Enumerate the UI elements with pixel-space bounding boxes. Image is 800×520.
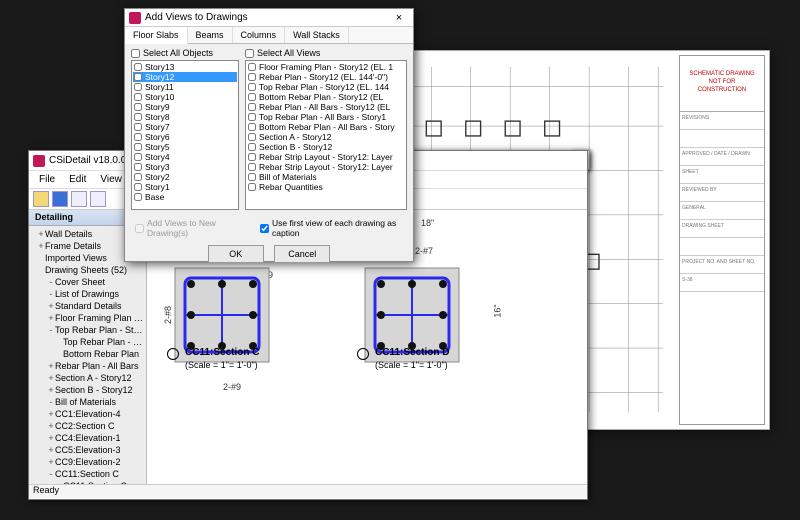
titleblock-row: REVISIONS	[680, 112, 764, 130]
menu-file[interactable]: File	[33, 173, 61, 186]
tree-item[interactable]: +CC9:Elevation-2	[29, 456, 146, 468]
section-marker-icon	[167, 348, 179, 360]
detailing-tree[interactable]: +Wall Details+Frame Details Imported Vie…	[29, 226, 146, 484]
titleblock-row: DRAWING SHEET	[680, 220, 764, 238]
view-item[interactable]: Rebar Quantities	[247, 182, 405, 192]
menu-view[interactable]: View	[94, 173, 128, 186]
add-views-dialog: Add Views to Drawings × Floor Slabs Beam…	[124, 8, 414, 262]
title-block: SCHEMATIC DRAWING NOT FOR CONSTRUCTION R…	[679, 55, 765, 425]
view-item[interactable]: Rebar Strip Layout - Story12: Layer	[247, 162, 405, 172]
tree-item[interactable]: +Section A - Story12	[29, 372, 146, 384]
story-item[interactable]: Story12	[133, 72, 237, 82]
tree-item[interactable]: +Rebar Plan - All Bars	[29, 360, 146, 372]
cancel-button[interactable]: Cancel	[274, 245, 330, 263]
tree-item[interactable]: +Floor Framing Plan - Sto	[29, 312, 146, 324]
story-item[interactable]: Story8	[133, 112, 237, 122]
ok-button[interactable]: OK	[208, 245, 264, 263]
titleblock-row: APPROVED / DATE / DRAWN	[680, 148, 764, 166]
titleblock-row: SHEET	[680, 166, 764, 184]
story-item[interactable]: Story1	[133, 182, 237, 192]
titleblock-line1: SCHEMATIC DRAWING	[680, 70, 764, 78]
view-item[interactable]: Bill of Materials	[247, 172, 405, 182]
titleblock-row: GENERAL	[680, 202, 764, 220]
view-item[interactable]: Floor Framing Plan - Story12 (EL. 1	[247, 62, 405, 72]
section-marker-icon	[357, 348, 369, 360]
menu-edit[interactable]: Edit	[63, 173, 92, 186]
titleblock-row	[680, 130, 764, 148]
tree-item[interactable]: +CC5:Elevation-3	[29, 444, 146, 456]
tree-item[interactable]: CC11:Section C	[29, 480, 146, 484]
tree-item[interactable]: -Cover Sheet	[29, 276, 146, 288]
tree-item[interactable]: -Bill of Materials	[29, 396, 146, 408]
dialog-close-button[interactable]: ×	[389, 12, 409, 24]
add-to-new-checkbox: Add Views to New Drawing(s)	[131, 216, 246, 240]
view-item[interactable]: Rebar Plan - Story12 (EL. 144'-0")	[247, 72, 405, 82]
tree-item[interactable]: +Section B - Story12	[29, 384, 146, 396]
view-item[interactable]: Top Rebar Plan - All Bars - Story1	[247, 112, 405, 122]
titleblock-row	[680, 238, 764, 256]
stories-list[interactable]: Story13Story12Story11Story10Story9Story8…	[131, 60, 239, 210]
tree-item[interactable]: Top Rebar Plan - Sto	[29, 336, 146, 348]
dialog-titlebar[interactable]: Add Views to Drawings ×	[125, 9, 413, 27]
titleblock-row: REVIEWED BY	[680, 184, 764, 202]
section-d-title: CC11:Section D	[375, 347, 449, 358]
story-item[interactable]: Story2	[133, 172, 237, 182]
tab-floor-slabs[interactable]: Floor Slabs	[125, 27, 188, 44]
app-icon	[33, 155, 45, 167]
tree-item[interactable]: -CC11:Section C	[29, 468, 146, 480]
story-item[interactable]: Story9	[133, 102, 237, 112]
story-item[interactable]: Story13	[133, 62, 237, 72]
dim-bot: 2-#9	[223, 382, 241, 392]
section-c-scale: (Scale = 1"= 1'-0")	[185, 360, 258, 370]
view-item[interactable]: Rebar Strip Layout - Story12: Layer	[247, 152, 405, 162]
view-item[interactable]: Section B - Story12	[247, 142, 405, 152]
status-bar: Ready	[29, 484, 587, 498]
tab-columns[interactable]: Columns	[233, 27, 286, 43]
story-item[interactable]: Story3	[133, 162, 237, 172]
tree-item[interactable]: +Standard Details	[29, 300, 146, 312]
tree-item[interactable]: +CC2:Section C	[29, 420, 146, 432]
views-list[interactable]: Floor Framing Plan - Story12 (EL. 1Rebar…	[245, 60, 407, 210]
open-button[interactable]	[33, 191, 49, 207]
tree-item[interactable]: +CC4:Elevation-1	[29, 432, 146, 444]
dialog-tabs: Floor Slabs Beams Columns Wall Stacks	[125, 27, 413, 44]
story-item[interactable]: Base	[133, 192, 237, 202]
titleblock-row: PROJECT NO. AND SHEET NO.	[680, 256, 764, 274]
view-item[interactable]: Bottom Rebar Plan - Story12 (EL	[247, 92, 405, 102]
view-item[interactable]: Section A - Story12	[247, 132, 405, 142]
titleblock-line2: NOT FOR	[680, 78, 764, 86]
view-item[interactable]: Top Rebar Plan - Story12 (EL. 144	[247, 82, 405, 92]
story-item[interactable]: Story4	[133, 152, 237, 162]
tree-item[interactable]: Drawing Sheets (52)	[29, 264, 146, 276]
save-button[interactable]	[52, 191, 68, 207]
dialog-icon	[129, 12, 141, 24]
dim-top: 2-#7	[415, 246, 433, 256]
tree-item[interactable]: Bottom Rebar Plan	[29, 348, 146, 360]
dim-span: 18"	[421, 218, 434, 228]
tree-item[interactable]: +CC1:Elevation-4	[29, 408, 146, 420]
story-item[interactable]: Story11	[133, 82, 237, 92]
tab-beams[interactable]: Beams	[188, 27, 233, 43]
toolbar-button[interactable]	[90, 191, 106, 207]
tree-item[interactable]: -Top Rebar Plan - Story	[29, 324, 146, 336]
tree-item[interactable]: -List of Drawings	[29, 288, 146, 300]
story-item[interactable]: Story10	[133, 92, 237, 102]
dim-height: 16"	[493, 304, 503, 317]
select-all-objects-checkbox[interactable]: Select All Objects	[131, 48, 239, 58]
story-item[interactable]: Story6	[133, 132, 237, 142]
story-item[interactable]: Story7	[133, 122, 237, 132]
toolbar-button[interactable]	[71, 191, 87, 207]
dialog-title: Add Views to Drawings	[145, 12, 248, 23]
tab-wall-stacks[interactable]: Wall Stacks	[285, 27, 349, 43]
titleblock-line3: CONSTRUCTION	[680, 86, 764, 94]
view-item[interactable]: Bottom Rebar Plan - All Bars - Story	[247, 122, 405, 132]
titleblock-row: S-38	[680, 274, 764, 292]
view-item[interactable]: Rebar Plan - All Bars - Story12 (EL	[247, 102, 405, 112]
story-item[interactable]: Story5	[133, 142, 237, 152]
select-all-views-checkbox[interactable]: Select All Views	[245, 48, 407, 58]
section-c-title: CC11:Section C	[185, 347, 259, 358]
section-d-scale: (Scale = 1"= 1'-0")	[375, 360, 448, 370]
use-first-view-checkbox[interactable]: Use first view of each drawing as captio…	[256, 216, 407, 240]
